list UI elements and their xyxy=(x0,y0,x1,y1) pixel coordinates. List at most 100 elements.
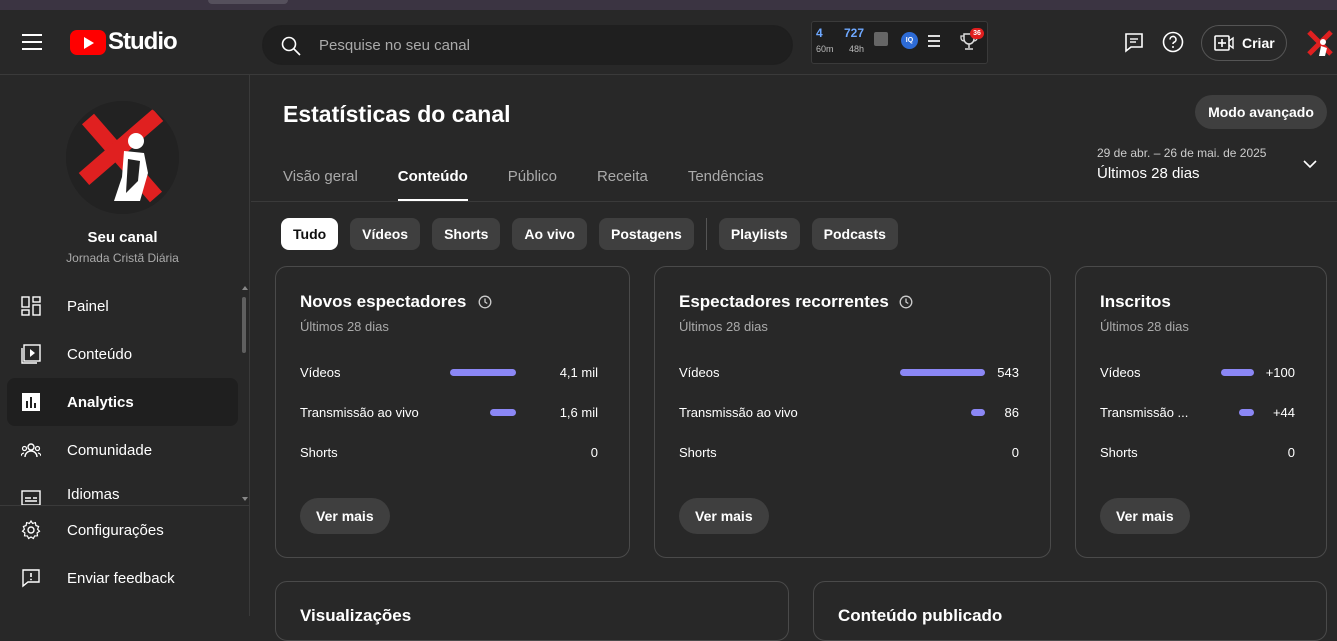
chip-postagens[interactable]: Postagens xyxy=(599,218,694,250)
chip-shorts[interactable]: Shorts xyxy=(432,218,501,250)
views-stat-value: 727 xyxy=(844,26,865,40)
card-views: Visualizações xyxy=(275,581,789,641)
tab-visao-geral[interactable]: Visão geral xyxy=(283,157,358,202)
chip-podcasts[interactable]: Podcasts xyxy=(811,218,898,250)
metric-row: Transmissão ... +44 xyxy=(1100,403,1295,423)
metric-label: Transmissão ... xyxy=(1100,405,1189,420)
sidebar-item-conteudo[interactable]: Conteúdo xyxy=(7,330,238,378)
date-range-dates: 29 de abr. – 26 de mai. de 2025 xyxy=(1097,146,1267,160)
metric-bar xyxy=(1221,369,1254,376)
chip-ao-vivo[interactable]: Ao vivo xyxy=(512,218,587,250)
card-title: Visualizações xyxy=(300,606,412,625)
date-range-picker[interactable]: 29 de abr. – 26 de mai. de 2025 Últimos … xyxy=(1097,146,1266,182)
analytics-icon xyxy=(22,393,40,411)
sidebar-item-label: Configurações xyxy=(67,521,164,539)
date-range-label: Últimos 28 dias xyxy=(1097,165,1200,182)
card-published-content: Conteúdo publicado xyxy=(813,581,1327,641)
card-new-viewers: Novos espectadores Últimos 28 dias Vídeo… xyxy=(275,266,630,558)
metric-row: Transmissão ao vivo 1,6 mil xyxy=(300,403,598,423)
chip-tudo[interactable]: Tudo xyxy=(281,218,339,250)
metric-value: +100 xyxy=(1265,365,1295,380)
tab-conteudo[interactable]: Conteúdo xyxy=(397,157,468,202)
youtube-play-icon xyxy=(70,29,106,55)
bar-chart-icon[interactable] xyxy=(874,32,888,46)
analytics-tabs: Visão geral Conteúdo Público Receita Ten… xyxy=(283,157,804,202)
scroll-up-arrow[interactable] xyxy=(242,286,248,290)
metric-bar xyxy=(1239,409,1254,416)
metric-value: 4,1 mil xyxy=(559,365,598,380)
chevron-down-icon[interactable] xyxy=(1303,159,1317,169)
sidebar-item-analytics[interactable]: Analytics xyxy=(7,378,238,426)
sidebar-item-label: Idiomas xyxy=(67,485,120,503)
metric-label: Vídeos xyxy=(1100,365,1141,380)
metric-row: Vídeos +100 xyxy=(1100,363,1295,383)
create-button[interactable]: Criar xyxy=(1201,25,1287,61)
sidebar-item-configuracoes[interactable]: Configurações xyxy=(7,506,238,554)
channel-avatar[interactable] xyxy=(66,101,179,214)
see-more-button[interactable]: Ver mais xyxy=(1100,498,1190,534)
browser-tab[interactable] xyxy=(208,0,288,4)
metric-value: 0 xyxy=(1011,445,1019,460)
content-icon xyxy=(21,344,41,364)
main-content: Estatísticas do canal Modo avançado Visã… xyxy=(251,75,1337,641)
metric-value: +44 xyxy=(1272,405,1295,420)
metric-row: Vídeos 543 xyxy=(679,363,1019,383)
feedback-icon xyxy=(22,569,40,588)
metric-value: 86 xyxy=(1004,405,1019,420)
search-bar[interactable] xyxy=(262,25,793,65)
metric-row: Shorts 0 xyxy=(300,443,598,463)
sidebar-scrollbar[interactable] xyxy=(242,297,246,353)
clock-icon[interactable] xyxy=(899,295,913,309)
chip-videos[interactable]: Vídeos xyxy=(350,218,421,250)
create-label: Criar xyxy=(1242,35,1275,51)
metric-label: Transmissão ao vivo xyxy=(300,405,419,420)
comment-icon[interactable] xyxy=(1123,31,1145,53)
card-subtitle: Últimos 28 dias xyxy=(679,319,768,334)
card-returning-viewers: Espectadores recorrentes Últimos 28 dias… xyxy=(654,266,1051,558)
top-bar: Studio 4 60m 727 48h IQ 36 Criar xyxy=(0,10,1337,75)
card-subtitle: Últimos 28 dias xyxy=(300,319,389,334)
metric-value: 1,6 mil xyxy=(559,405,598,420)
realtime-stat-value: 4 xyxy=(816,26,823,40)
youtube-studio-logo[interactable]: Studio xyxy=(70,28,178,56)
see-more-button[interactable]: Ver mais xyxy=(300,498,390,534)
page-title: Estatísticas do canal xyxy=(283,101,511,127)
card-title: Espectadores recorrentes xyxy=(679,292,889,311)
sidebar-item-feedback[interactable]: Enviar feedback xyxy=(7,554,238,602)
metric-bar xyxy=(450,369,516,376)
metric-label: Shorts xyxy=(300,445,338,460)
community-icon xyxy=(21,443,41,458)
sidebar-bottom: Configurações Enviar feedback xyxy=(0,505,249,602)
extension-menu-icon[interactable] xyxy=(928,35,940,50)
metric-bar xyxy=(971,409,985,416)
menu-icon[interactable] xyxy=(22,34,42,50)
iq-icon[interactable]: IQ xyxy=(901,32,918,49)
tab-publico[interactable]: Público xyxy=(508,157,557,202)
sidebar-item-comunidade[interactable]: Comunidade xyxy=(7,426,238,474)
sidebar-item-label: Conteúdo xyxy=(67,345,133,363)
scroll-down-arrow[interactable] xyxy=(242,497,248,501)
metric-bar xyxy=(900,369,985,376)
account-avatar[interactable] xyxy=(1305,28,1335,58)
chip-playlists[interactable]: Playlists xyxy=(718,218,800,250)
tab-receita[interactable]: Receita xyxy=(597,157,648,202)
metric-label: Vídeos xyxy=(679,365,720,380)
extension-toolbar[interactable]: 4 60m 727 48h IQ 36 xyxy=(811,21,988,64)
search-icon[interactable] xyxy=(281,36,301,56)
tab-tendencias[interactable]: Tendências xyxy=(688,157,764,202)
sidebar: Seu canal Jornada Cristã Diária Painel C… xyxy=(0,75,250,616)
metric-label: Shorts xyxy=(1100,445,1138,460)
content-filter-chips: Tudo Vídeos Shorts Ao vivo Postagens Pla… xyxy=(281,218,910,250)
help-icon[interactable] xyxy=(1162,31,1184,53)
channel-name[interactable]: Seu canal xyxy=(0,229,245,246)
card-title: Conteúdo publicado xyxy=(838,606,1003,625)
advanced-mode-button[interactable]: Modo avançado xyxy=(1195,95,1327,129)
clock-icon[interactable] xyxy=(478,295,492,309)
sidebar-item-label: Painel xyxy=(67,297,109,315)
channel-subtitle: Jornada Cristã Diária xyxy=(66,251,179,265)
metric-label: Shorts xyxy=(679,445,717,460)
see-more-button[interactable]: Ver mais xyxy=(679,498,769,534)
search-input[interactable] xyxy=(319,26,779,64)
metric-row: Vídeos 4,1 mil xyxy=(300,363,598,383)
sidebar-item-painel[interactable]: Painel xyxy=(7,282,238,330)
